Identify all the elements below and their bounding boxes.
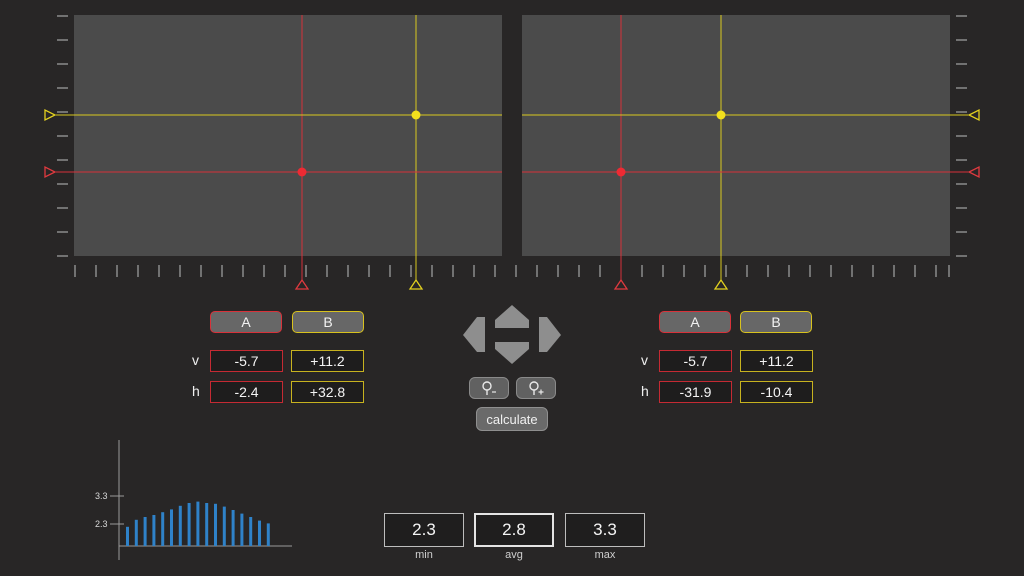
zoom-out-button[interactable] <box>469 377 509 399</box>
zoom-in-icon <box>529 381 544 395</box>
right-a-h-value: -31.9 <box>659 381 732 403</box>
right-h-label: h <box>641 383 649 399</box>
right-b-column-handle[interactable] <box>713 278 729 290</box>
histogram-bar <box>249 517 253 546</box>
arrow-right-icon[interactable] <box>539 317 561 352</box>
histogram-bar <box>143 517 147 546</box>
right-a-row-handle[interactable] <box>967 165 980 179</box>
arrow-down-icon[interactable] <box>495 342 529 364</box>
histogram-bar <box>196 501 200 546</box>
right-v-label: v <box>641 352 648 368</box>
histogram-bar <box>240 513 244 546</box>
histogram-bar <box>170 509 173 546</box>
zoom-in-button[interactable] <box>516 377 556 399</box>
right-b-v-value: +11.2 <box>740 350 813 372</box>
right-vertical-ruler <box>956 15 967 257</box>
right-a-v-value: -5.7 <box>659 350 732 372</box>
max-value-box: 3.3 <box>565 513 645 547</box>
histogram-bar <box>258 520 261 546</box>
histogram-bar <box>222 506 226 546</box>
calculate-button[interactable]: calculate <box>476 407 548 431</box>
histogram-bars <box>126 501 270 546</box>
histogram-bar <box>152 515 156 546</box>
avg-value-box[interactable]: 2.8 <box>474 513 554 547</box>
right-b-row-handle[interactable] <box>967 108 980 122</box>
right-b-h-value: -10.4 <box>740 381 813 403</box>
right-b-button[interactable]: B <box>740 311 812 333</box>
histogram-bar <box>205 503 209 546</box>
min-label: min <box>415 549 433 561</box>
histogram-bar <box>134 519 138 546</box>
right-a-button[interactable]: A <box>659 311 731 333</box>
y-tick-label-high: 3.3 <box>95 491 108 501</box>
right-a-column-handle[interactable] <box>613 278 629 290</box>
right-point-a[interactable] <box>616 167 626 177</box>
arrow-left-icon[interactable] <box>463 317 485 352</box>
histogram-bar <box>161 512 165 546</box>
right-point-b[interactable] <box>716 110 726 120</box>
arrow-up-icon[interactable] <box>495 305 529 328</box>
avg-label: avg <box>505 549 523 561</box>
histogram-bar <box>178 505 182 546</box>
histogram-bar <box>266 523 270 546</box>
histogram-bar <box>187 503 191 546</box>
left-b-column-handle[interactable] <box>408 278 424 290</box>
histogram-bar <box>231 510 235 546</box>
histogram-chart: 3.3 2.3 <box>95 440 292 560</box>
zoom-out-icon <box>482 381 496 395</box>
histogram-bar <box>214 503 217 546</box>
left-point-b[interactable] <box>411 110 421 120</box>
y-tick-label-low: 2.3 <box>95 519 108 529</box>
max-label: max <box>594 549 616 561</box>
histogram-bar <box>126 526 129 546</box>
right-view[interactable] <box>522 15 950 256</box>
min-value-box: 2.3 <box>384 513 464 547</box>
